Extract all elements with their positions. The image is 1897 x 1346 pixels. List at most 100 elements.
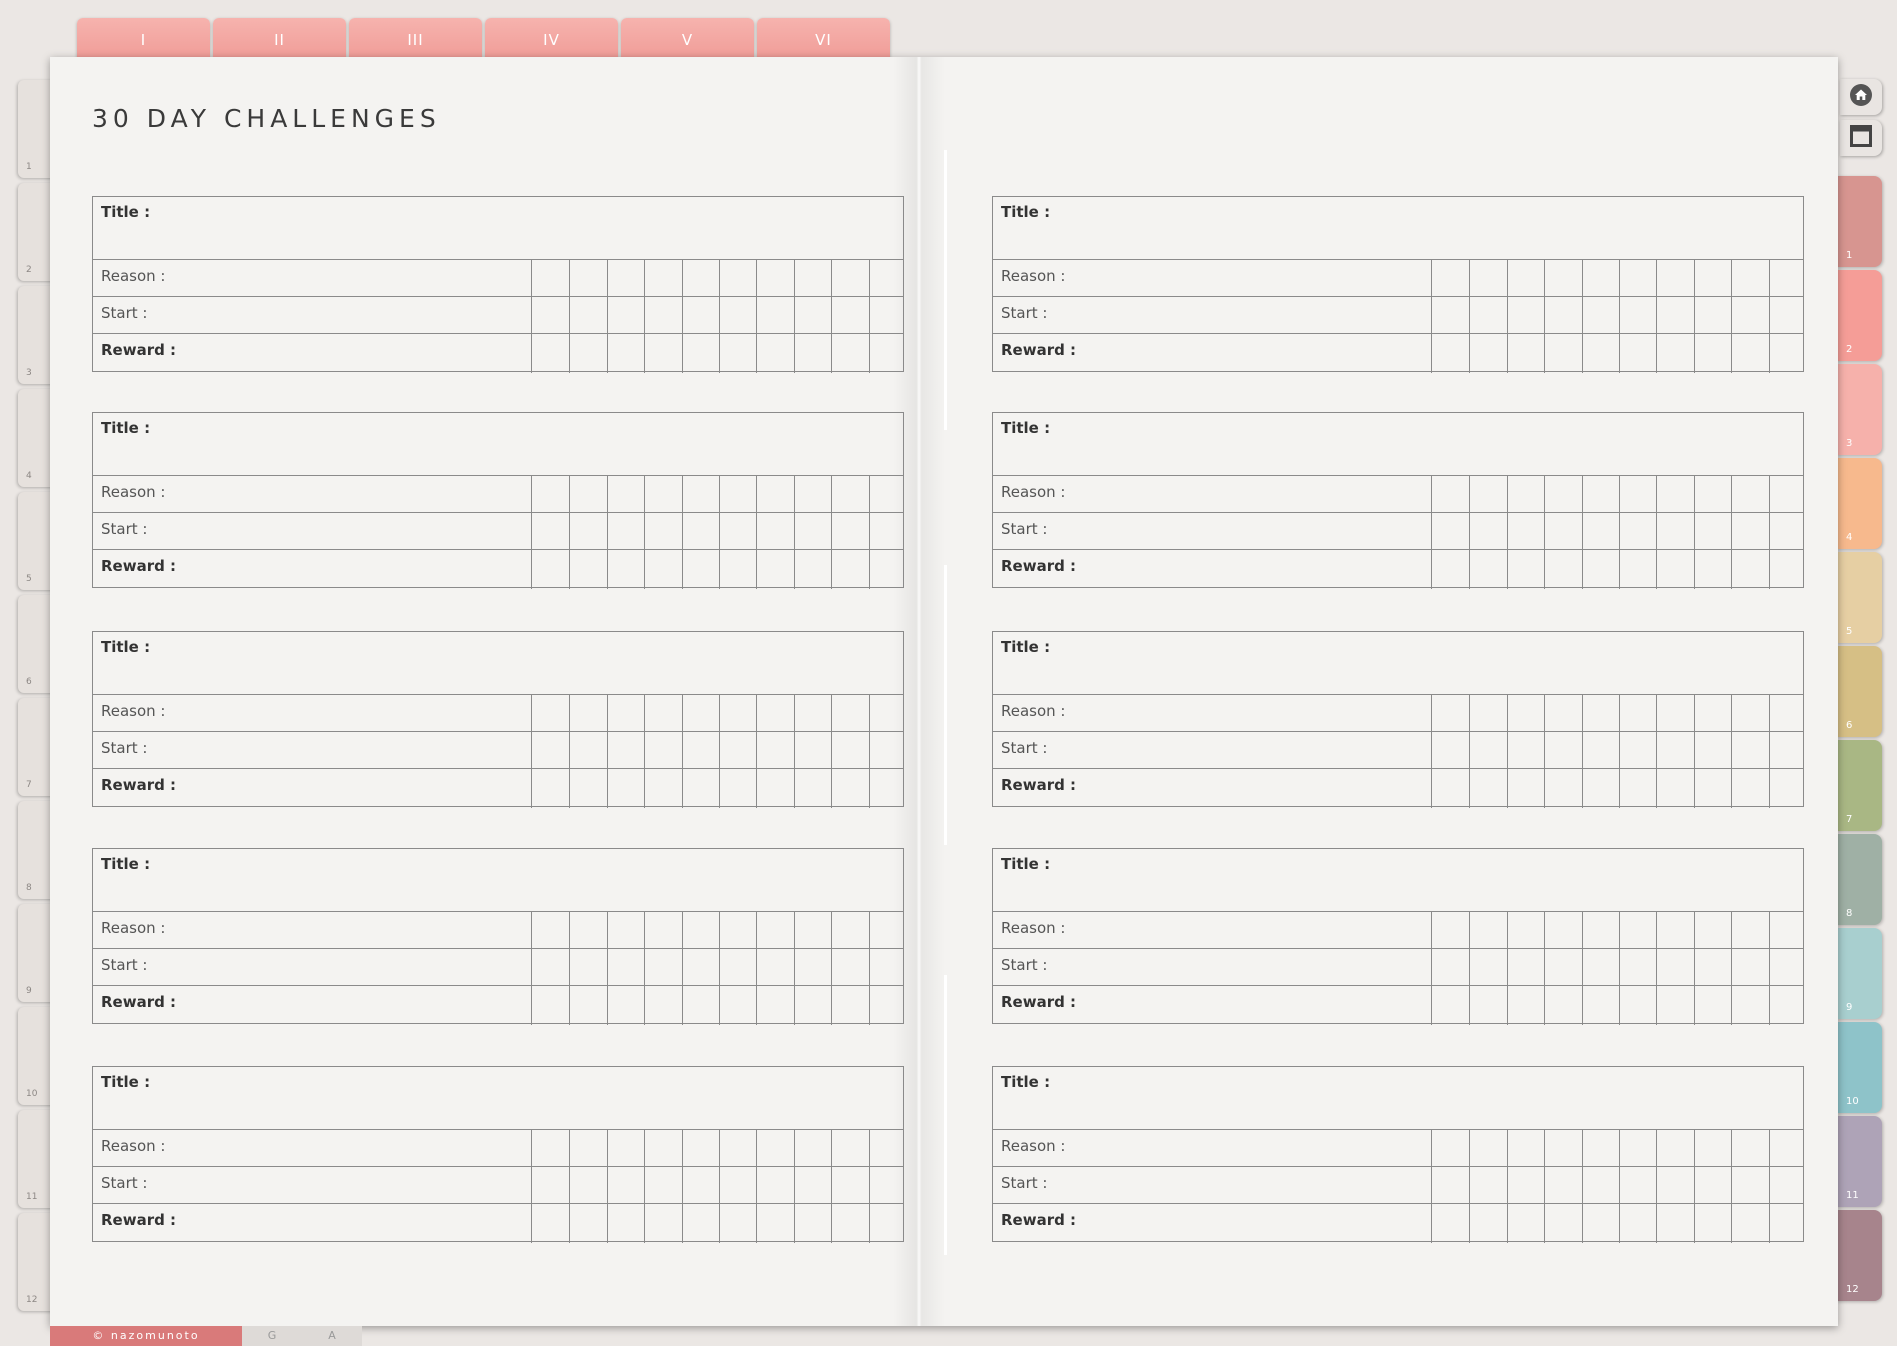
grid-column-line	[1469, 476, 1471, 589]
reason-label: Reason :	[1001, 483, 1066, 501]
right-tab-8[interactable]: 8	[1836, 834, 1882, 925]
right-tab-11[interactable]: 11	[1836, 1116, 1882, 1207]
challenge-title-field[interactable]: Title :	[993, 1067, 1803, 1130]
window-icon	[1850, 125, 1872, 151]
grid-column-line	[681, 695, 683, 808]
grid-column-line	[756, 476, 758, 589]
right-tab-12[interactable]: 12	[1836, 1210, 1882, 1301]
title-label: Title :	[1001, 1073, 1051, 1091]
day-tracker-grid[interactable]	[1431, 695, 1805, 808]
right-tab-label: 4	[1846, 532, 1853, 543]
title-label: Title :	[101, 855, 151, 873]
day-tracker-grid[interactable]	[1431, 1130, 1805, 1243]
title-label: Title :	[101, 1073, 151, 1091]
day-tracker-grid[interactable]	[1431, 912, 1805, 1025]
challenge-block: Title : Reason : Start : Reward :	[92, 848, 905, 1025]
grid-column-line	[569, 476, 571, 589]
reward-label: Reward :	[1001, 993, 1077, 1011]
grid-column-line	[831, 260, 833, 373]
grid-column-line	[606, 476, 608, 589]
reason-label: Reason :	[101, 267, 166, 285]
section-tab-1[interactable]: I	[77, 18, 210, 60]
challenge-title-field[interactable]: Title :	[993, 413, 1803, 476]
start-label: Start :	[1001, 956, 1048, 974]
reason-label: Reason :	[1001, 1137, 1066, 1155]
grid-column-line	[1469, 260, 1471, 373]
reward-label: Reward :	[101, 557, 177, 575]
grid-column-line	[1469, 695, 1471, 808]
right-tab-3[interactable]: 3	[1836, 364, 1882, 455]
title-label: Title :	[101, 638, 151, 656]
grid-column-line	[569, 912, 571, 1025]
title-label: Title :	[101, 203, 151, 221]
day-tracker-grid[interactable]	[531, 260, 905, 373]
day-tracker-grid[interactable]	[1431, 476, 1805, 589]
footer-tab-a[interactable]: A	[302, 1326, 362, 1346]
right-tab-label: 3	[1846, 438, 1853, 449]
right-tab-9[interactable]: 9	[1836, 928, 1882, 1019]
grid-column-line	[756, 912, 758, 1025]
day-tracker-grid[interactable]	[531, 912, 905, 1025]
challenge-title-field[interactable]: Title :	[993, 849, 1803, 912]
challenge-title-field[interactable]: Title :	[993, 632, 1803, 695]
grid-column-line	[1693, 476, 1695, 589]
grid-column-line	[1581, 912, 1583, 1025]
footer-tab-g[interactable]: G	[242, 1326, 302, 1346]
right-tab-4[interactable]: 4	[1836, 458, 1882, 549]
right-tab-7[interactable]: 7	[1836, 740, 1882, 831]
window-button[interactable]	[1840, 120, 1882, 156]
grid-column-line	[756, 695, 758, 808]
grid-column-line	[719, 912, 720, 1025]
grid-column-line	[1619, 912, 1620, 1025]
spine-highlight	[944, 975, 947, 1255]
grid-column-line	[681, 476, 683, 589]
day-tracker-grid[interactable]	[531, 1130, 905, 1243]
challenge-title-field[interactable]: Title :	[93, 413, 903, 476]
grid-column-line	[1768, 476, 1770, 589]
challenge-title-field[interactable]: Title :	[93, 1067, 903, 1130]
reason-label: Reason :	[1001, 919, 1066, 937]
start-label: Start :	[1001, 1174, 1048, 1192]
right-tab-10[interactable]: 10	[1836, 1022, 1882, 1113]
footer-brand: © nazomunoto	[50, 1326, 242, 1346]
left-tab-label: 3	[26, 368, 32, 378]
right-tab-5[interactable]: 5	[1836, 552, 1882, 643]
grid-column-line	[868, 695, 870, 808]
section-tab-6[interactable]: VI	[757, 18, 890, 60]
grid-column-line	[793, 695, 795, 808]
grid-column-line	[606, 260, 608, 373]
home-button[interactable]	[1840, 79, 1882, 115]
grid-column-line	[1469, 912, 1471, 1025]
title-label: Title :	[1001, 638, 1051, 656]
right-tab-6[interactable]: 6	[1836, 646, 1882, 737]
page-title: 30 DAY CHALLENGES	[92, 104, 441, 133]
grid-column-line	[1656, 476, 1658, 589]
day-tracker-grid[interactable]	[531, 476, 905, 589]
grid-column-line	[681, 260, 683, 373]
challenge-block: Title : Reason : Start : Reward :	[92, 412, 905, 589]
right-tab-1[interactable]: 1	[1836, 176, 1882, 267]
section-tab-2[interactable]: II	[213, 18, 346, 60]
section-tab-5[interactable]: V	[621, 18, 754, 60]
section-tab-4[interactable]: IV	[485, 18, 618, 60]
grid-column-line	[1619, 1130, 1620, 1243]
grid-column-line	[1656, 695, 1658, 808]
challenge-title-field[interactable]: Title :	[93, 632, 903, 695]
day-tracker-grid[interactable]	[1431, 260, 1805, 373]
grid-column-line	[1656, 912, 1658, 1025]
challenge-title-field[interactable]: Title :	[93, 849, 903, 912]
right-tab-2[interactable]: 2	[1836, 270, 1882, 361]
grid-column-line	[1731, 912, 1733, 1025]
reward-label: Reward :	[1001, 776, 1077, 794]
reward-label: Reward :	[101, 993, 177, 1011]
challenge-title-field[interactable]: Title :	[993, 197, 1803, 260]
left-tab-label: 6	[26, 677, 32, 687]
grid-column-line	[1544, 260, 1546, 373]
challenge-title-field[interactable]: Title :	[93, 197, 903, 260]
section-tab-3[interactable]: III	[349, 18, 482, 60]
challenge-block: Title : Reason : Start : Reward :	[992, 412, 1805, 589]
day-tracker-grid[interactable]	[531, 695, 905, 808]
grid-column-line	[1581, 476, 1583, 589]
title-label: Title :	[1001, 855, 1051, 873]
start-label: Start :	[101, 1174, 148, 1192]
